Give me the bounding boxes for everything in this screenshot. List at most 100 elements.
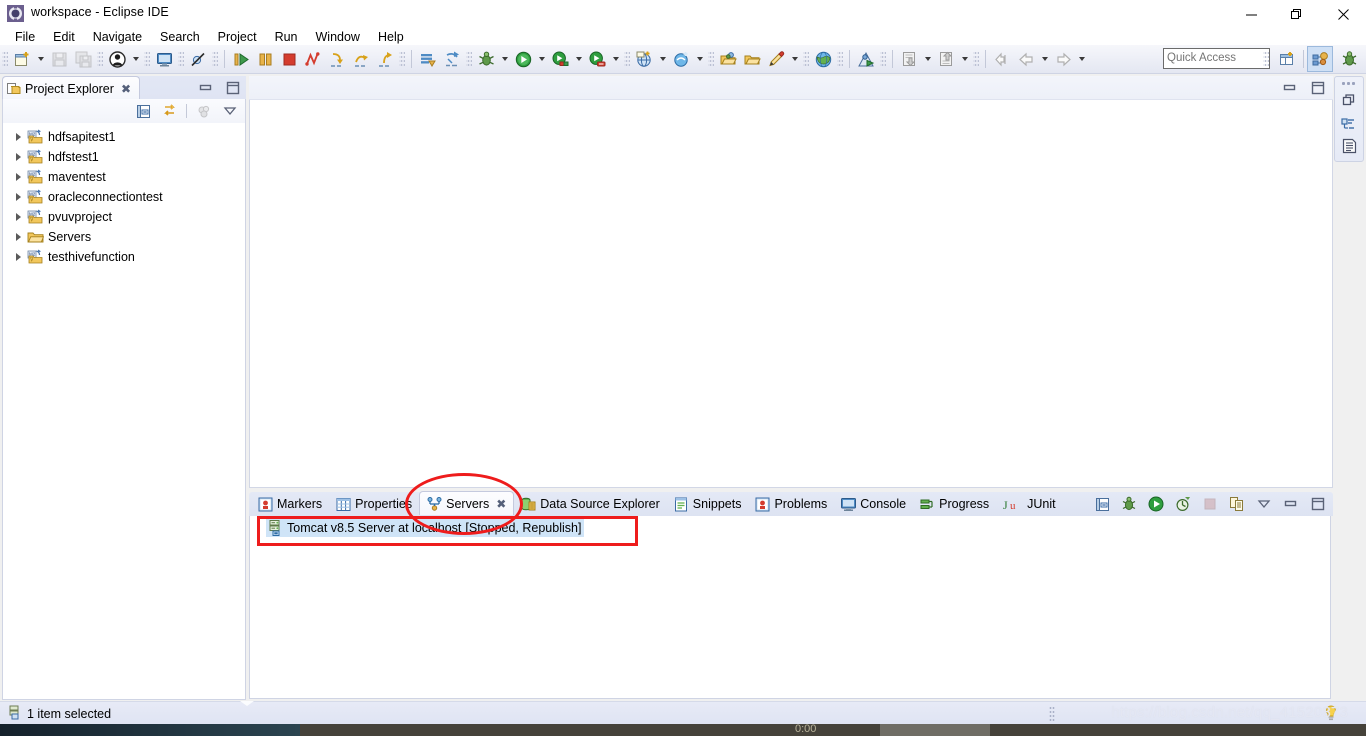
expand-arrow-icon[interactable] [11,250,25,264]
focus-on-active-task-icon[interactable] [195,102,213,120]
tab-project-explorer[interactable]: Project Explorer ✖ [2,76,140,100]
tab-junit[interactable]: Ju JUnit [996,492,1062,516]
toolbar-grip[interactable] [212,50,218,68]
tree-item[interactable]: M 2 oracleconnectiontest [3,187,245,207]
stop-server-icon[interactable] [1201,495,1219,513]
menu-item-navigate[interactable]: Navigate [84,28,151,45]
maximize-editor-icon[interactable] [1309,79,1327,97]
backward-icon[interactable] [1014,47,1038,71]
chevron-down-icon[interactable] [1038,48,1051,70]
menu-item-file[interactable]: File [6,28,44,45]
tab-snippets[interactable]: Snippets [667,492,749,516]
skip-all-breakpoints-icon[interactable] [186,47,210,71]
tree-item[interactable]: M 2 hdfstest1 [3,147,245,167]
tab-progress[interactable]: Progress [913,492,996,516]
toolbar-grip[interactable] [973,50,979,68]
step-into-icon[interactable] [325,47,349,71]
menu-item-run[interactable]: Run [266,28,307,45]
chevron-down-icon[interactable] [656,48,669,70]
minimize-editor-icon[interactable] [1281,79,1299,97]
chevron-down-icon[interactable] [609,48,622,70]
maximize-view-icon[interactable] [1309,495,1327,513]
chevron-down-icon[interactable] [535,48,548,70]
profile-icon[interactable] [585,47,609,71]
chevron-down-icon[interactable] [693,48,706,70]
quick-access-input[interactable] [1163,48,1270,69]
back-to-icon[interactable] [990,47,1014,71]
chevron-down-icon[interactable] [129,48,142,70]
previous-annotation-icon[interactable] [897,47,921,71]
fast-view-grip[interactable] [1341,81,1357,87]
debug-server-icon[interactable] [1120,495,1138,513]
toolbar-grip[interactable] [399,50,405,68]
user-account-icon[interactable] [105,47,129,71]
collapse-all-icon[interactable] [1093,495,1111,513]
toolbar-grip[interactable] [803,50,809,68]
next-annotation-icon[interactable] [934,47,958,71]
forward-icon[interactable] [1051,47,1075,71]
status-grip[interactable] [1049,706,1055,721]
link-with-editor-icon[interactable] [160,102,178,120]
disconnect-icon[interactable] [301,47,325,71]
restore-view-icon[interactable] [224,79,242,97]
save-icon[interactable] [47,47,71,71]
chevron-down-icon[interactable] [572,48,585,70]
chevron-down-icon[interactable] [788,48,801,70]
expand-arrow-icon[interactable] [11,230,25,244]
close-icon[interactable]: ✖ [121,83,131,95]
start-server-icon[interactable] [1147,495,1165,513]
tree-item[interactable]: M 2 maventest [3,167,245,187]
minimize-view-icon[interactable] [197,79,215,97]
view-menu-icon[interactable] [221,102,239,120]
open-perspective-icon[interactable] [1274,46,1300,72]
tree-item[interactable]: Servers [3,227,245,247]
publish-icon[interactable] [416,47,440,71]
step-return-icon[interactable] [373,47,397,71]
expand-arrow-icon[interactable] [11,190,25,204]
tree-item[interactable]: M 2 pvuvproject [3,207,245,227]
menu-item-project[interactable]: Project [209,28,266,45]
server-row[interactable]: Tomcat v8.5 Server at localhost [Stopped,… [250,518,1330,537]
menu-item-window[interactable]: Window [307,28,369,45]
open-task-icon[interactable] [740,47,764,71]
toolbar-grip[interactable] [880,50,886,68]
expand-arrow-icon[interactable] [11,130,25,144]
debug-icon[interactable] [474,47,498,71]
task-list-icon[interactable] [1338,136,1360,156]
step-over-icon[interactable] [349,47,373,71]
collapse-all-icon[interactable] [134,102,152,120]
new-wizard-icon[interactable] [10,47,34,71]
pencil-icon[interactable] [764,47,788,71]
run-server-icon[interactable] [548,47,572,71]
toolbar-grip[interactable] [97,50,103,68]
run-icon[interactable] [511,47,535,71]
open-type-icon[interactable] [716,47,740,71]
open-console-icon[interactable] [152,47,176,71]
restore-icon[interactable] [1338,90,1360,110]
save-all-icon[interactable] [71,47,95,71]
run-on-server-icon[interactable] [440,47,464,71]
profile-server-icon[interactable] [1174,495,1192,513]
chevron-down-icon[interactable] [498,48,511,70]
resume-icon[interactable] [229,47,253,71]
new-search-icon[interactable] [669,47,693,71]
toolbar-grip[interactable] [2,50,8,68]
tab-markers[interactable]: Markers [251,492,329,516]
toolbar-grip[interactable] [178,50,184,68]
new-web-project-icon[interactable] [632,47,656,71]
expand-arrow-icon[interactable] [11,150,25,164]
tab-problems[interactable]: Problems [748,492,834,516]
java-ee-perspective-icon[interactable] [1307,46,1333,72]
chevron-down-icon[interactable] [34,48,47,70]
minimize-button[interactable] [1228,0,1274,28]
tree-item[interactable]: M 2 hdfsapitest1 [3,127,245,147]
menu-item-help[interactable]: Help [369,28,413,45]
menu-item-search[interactable]: Search [151,28,209,45]
expand-arrow-icon[interactable] [11,210,25,224]
menu-item-edit[interactable]: Edit [44,28,84,45]
web-browser-icon[interactable] [811,47,835,71]
publish-server-icon[interactable] [1228,495,1246,513]
chevron-down-icon[interactable] [921,48,934,70]
tab-properties[interactable]: Properties [329,492,419,516]
outline-view-icon[interactable] [1338,113,1360,133]
